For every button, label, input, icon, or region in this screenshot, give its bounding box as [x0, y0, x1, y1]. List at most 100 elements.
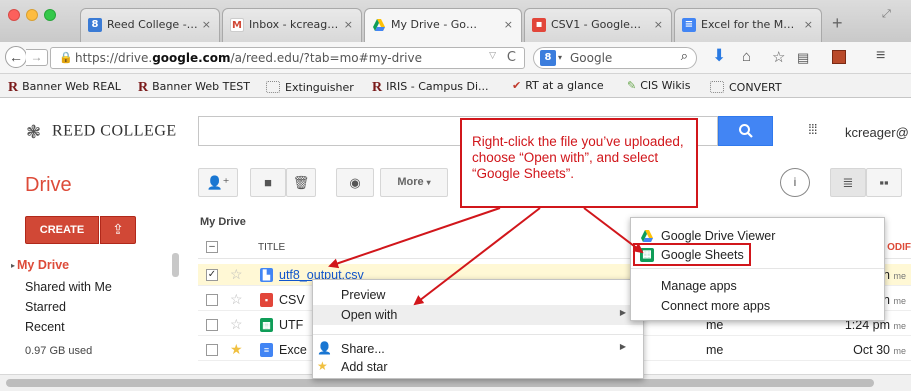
- address-bar[interactable]: 🔒 https://drive.google.com/a/reed.edu/?t…: [50, 47, 525, 69]
- move-to-folder-button[interactable]: ■: [250, 168, 286, 197]
- row-checkbox[interactable]: [206, 344, 218, 356]
- caret-right-icon[interactable]: ▸: [11, 261, 15, 270]
- file-name[interactable]: CSV: [279, 293, 305, 307]
- folder-icon: [266, 81, 280, 93]
- bookmark-star-icon[interactable]: ☆: [772, 48, 785, 66]
- menu-item-connect-more-apps[interactable]: Connect more apps: [631, 296, 884, 316]
- drive-title[interactable]: Drive: [25, 174, 72, 197]
- star-icon[interactable]: ☆: [230, 291, 243, 308]
- modified-by: me: [893, 321, 906, 331]
- row-checkbox[interactable]: [206, 319, 218, 331]
- drive-search-button[interactable]: [718, 116, 773, 146]
- modified-time: Oct 30: [853, 343, 890, 357]
- storage-used: 0.97 GB used: [25, 345, 93, 357]
- row-checkbox[interactable]: ✓: [206, 269, 218, 281]
- tab-inbox[interactable]: M Inbox - kcreag… ×: [222, 8, 362, 42]
- reading-list-icon[interactable]: ▤: [797, 50, 809, 66]
- reed-college-logo[interactable]: ❃ REED COLLEGE: [26, 122, 177, 142]
- menu-item-add-star[interactable]: ★ Add star: [313, 357, 643, 377]
- minimize-window-button[interactable]: [26, 9, 38, 21]
- share-button[interactable]: 👤⁺: [198, 168, 238, 197]
- select-all-checkbox[interactable]: –: [206, 241, 218, 253]
- nav-item-shared-with-me[interactable]: Shared with Me: [25, 277, 112, 297]
- reload-icon[interactable]: C: [507, 50, 516, 65]
- bookmark-banner-web-test[interactable]: R Banner Web TEST: [138, 79, 250, 95]
- tab-csv1[interactable]: ▪ CSV1 - Google… ×: [524, 8, 672, 42]
- google-drive-icon: [640, 229, 654, 243]
- scrollbar-thumb[interactable]: [6, 379, 874, 387]
- reed-seal-icon: ❃: [26, 122, 42, 142]
- menu-item-preview[interactable]: Preview: [313, 285, 643, 305]
- details-button[interactable]: i: [780, 168, 810, 197]
- menu-label: Connect more apps: [661, 299, 771, 313]
- apps-grid-icon[interactable]: ⁞⁞⁞: [808, 121, 818, 137]
- breadcrumb[interactable]: My Drive: [200, 216, 246, 228]
- dropdown-triangle-icon[interactable]: ▽: [489, 51, 496, 61]
- bookmark-convert[interactable]: CONVERT: [710, 79, 782, 94]
- bookmark-banner-web-real[interactable]: R Banner Web REAL: [8, 79, 121, 95]
- close-tab-icon[interactable]: ×: [504, 18, 513, 31]
- new-tab-button[interactable]: +: [832, 13, 843, 34]
- google-docs-icon: ≡: [682, 18, 696, 32]
- list-view-button[interactable]: ≣: [830, 168, 866, 197]
- eye-icon: ◉: [349, 175, 361, 190]
- file-modified: Oct 30 me: [853, 343, 906, 357]
- nav-scrollbar[interactable]: [172, 253, 179, 277]
- menu-item-open-with[interactable]: Open with ▶: [313, 305, 643, 325]
- forward-button[interactable]: →: [26, 49, 48, 66]
- upload-button[interactable]: ⇪: [100, 216, 136, 244]
- tab-my-drive[interactable]: My Drive - Go… ×: [364, 8, 522, 42]
- tab-excel[interactable]: ≡ Excel for the M… ×: [674, 8, 822, 42]
- close-tab-icon[interactable]: ×: [804, 18, 813, 31]
- lock-icon: 🔒: [59, 51, 73, 64]
- context-menu: Preview Open with ▶ 👤 Share... ▶ ★ Add star: [312, 279, 644, 379]
- bookmark-extinguisher[interactable]: Extinguisher: [266, 79, 354, 94]
- home-icon[interactable]: ⌂: [742, 48, 751, 65]
- column-last-modified[interactable]: ODIF: [887, 242, 911, 253]
- tab-reed-college[interactable]: 8 Reed College -… ×: [80, 8, 220, 42]
- close-tab-icon[interactable]: ×: [654, 18, 663, 31]
- bookmark-iris[interactable]: R IRIS - Campus Di...: [372, 79, 489, 95]
- zoom-window-button[interactable]: [44, 9, 56, 21]
- remove-button[interactable]: 🗑: [286, 168, 316, 197]
- row-checkbox[interactable]: [206, 294, 218, 306]
- nav-item-recent[interactable]: Recent: [25, 317, 112, 337]
- close-tab-icon[interactable]: ×: [344, 18, 353, 31]
- bookmarks-bar: R Banner Web REAL R Banner Web TEST Exting…: [0, 74, 911, 98]
- browser-nav-bar: ← → 🔒 https://drive.google.com/a/reed.ed…: [0, 42, 911, 74]
- bookmark-rt[interactable]: ✔ RT at a glance: [512, 79, 604, 92]
- preview-button[interactable]: ◉: [336, 168, 374, 197]
- file-name[interactable]: Exce: [279, 343, 307, 357]
- tab-label: My Drive - Go…: [391, 18, 478, 31]
- menu-item-manage-apps[interactable]: Manage apps: [631, 276, 884, 296]
- fullscreen-icon[interactable]: ⤢: [882, 8, 891, 21]
- star-icon[interactable]: ★: [230, 341, 243, 358]
- column-title[interactable]: TITLE: [258, 242, 285, 253]
- browser-search-box[interactable]: 8 ▾ Google ⌕: [533, 47, 697, 69]
- highlight-box: [633, 243, 751, 266]
- brush-icon: ✎: [627, 79, 637, 92]
- nav-item-my-drive[interactable]: ▸ My Drive: [11, 255, 112, 277]
- download-icon[interactable]: ⬇: [712, 46, 726, 66]
- more-button[interactable]: More ▾: [380, 168, 448, 197]
- file-owner: me: [706, 343, 724, 357]
- file-name[interactable]: UTF: [279, 318, 303, 332]
- star-icon[interactable]: ☆: [230, 316, 243, 333]
- account-name[interactable]: kcreager@: [845, 125, 909, 140]
- menu-item-share[interactable]: 👤 Share... ▶: [313, 339, 643, 359]
- nav-item-starred[interactable]: Starred: [25, 297, 112, 317]
- grid-view-button[interactable]: ▪▪: [866, 168, 902, 197]
- back-button[interactable]: ←: [5, 46, 27, 68]
- star-icon[interactable]: ☆: [230, 266, 243, 283]
- create-button[interactable]: CREATE: [25, 216, 99, 244]
- close-tab-icon[interactable]: ×: [202, 18, 211, 31]
- tab-label: CSV1 - Google…: [551, 18, 641, 31]
- bookmark-cis-wikis[interactable]: ✎ CIS Wikis: [627, 79, 690, 92]
- submenu-arrow-icon: ▶: [619, 342, 626, 351]
- search-icon[interactable]: ⌕: [681, 49, 688, 64]
- menu-label: Open with: [341, 308, 398, 322]
- search-engine-icon[interactable]: 8: [540, 50, 556, 66]
- close-window-button[interactable]: [8, 9, 20, 21]
- menu-icon[interactable]: ≡: [876, 47, 885, 65]
- extension-icon[interactable]: [832, 50, 846, 64]
